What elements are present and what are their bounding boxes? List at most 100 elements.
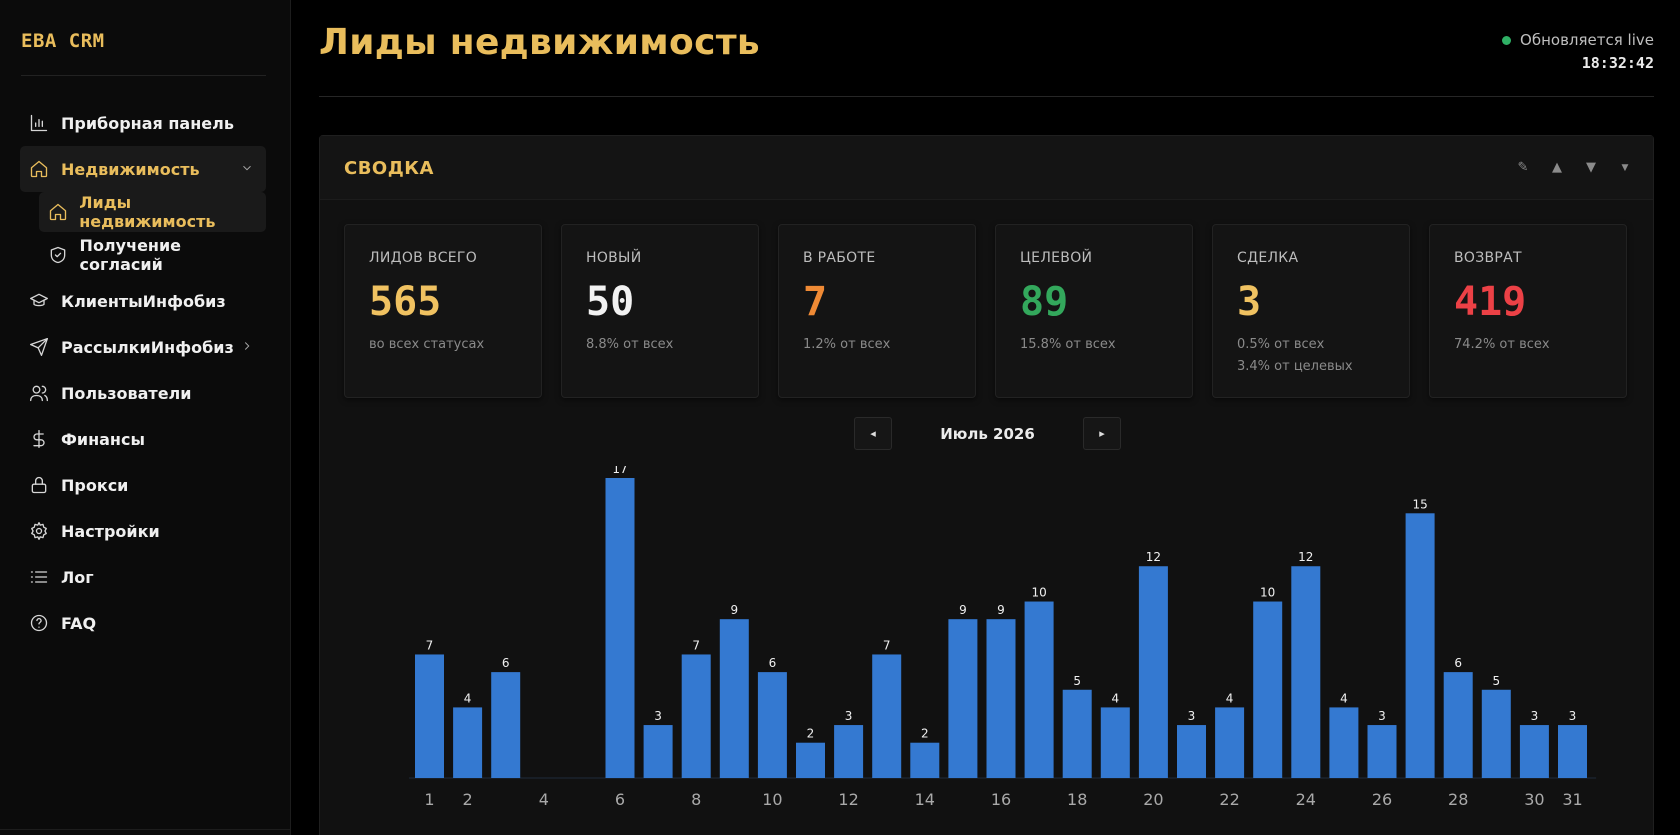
chart-bar[interactable]: [1558, 725, 1587, 778]
chart-data-label: 5: [1492, 674, 1500, 688]
stat-card-in-progress[interactable]: В РАБОТЕ 7 1.2% от всех: [778, 224, 976, 398]
stat-card-target[interactable]: ЦЕЛЕВОЙ 89 15.8% от всех: [995, 224, 1193, 398]
stat-subtext: 0.5% от всех: [1237, 337, 1325, 352]
chart-x-tick-label: 8: [691, 790, 701, 809]
summary-panel: СВОДКА ✎ ▲ ▼ ▼ ЛИДОВ ВСЕГО 565 во всех с…: [319, 135, 1654, 835]
chart-bar[interactable]: [948, 619, 978, 778]
sidebar-item-faq[interactable]: FAQ: [20, 600, 266, 646]
brand-logo[interactable]: EBA CRM: [21, 30, 105, 52]
list-icon: [28, 566, 50, 588]
chart-bar[interactable]: [834, 725, 864, 778]
chart-data-label: 7: [883, 638, 891, 652]
chart-bar[interactable]: [491, 672, 521, 778]
chart-bar[interactable]: [1138, 566, 1168, 778]
chart-bar[interactable]: [1405, 513, 1435, 778]
sidebar-item-mailings-infobiz[interactable]: РассылкиИнфобиз: [20, 324, 266, 370]
chart-bar[interactable]: [1291, 566, 1321, 778]
sidebar-item-proxy[interactable]: Прокси: [20, 462, 266, 508]
graduation-cap-icon: [28, 290, 50, 312]
sidebar-submenu: Лиды недвижимость Получение согласий: [39, 192, 266, 275]
chart-x-tick-label: 22: [1219, 790, 1239, 809]
chart-bar[interactable]: [1481, 689, 1511, 778]
chart-bar[interactable]: [1443, 672, 1473, 778]
stat-card-total[interactable]: ЛИДОВ ВСЕГО 565 во всех статусах: [344, 224, 542, 398]
gear-icon: [28, 520, 50, 542]
sidebar-item-real-estate[interactable]: Недвижимость: [20, 146, 266, 192]
chart-bar[interactable]: [605, 478, 635, 778]
chart-bar[interactable]: [415, 654, 444, 778]
chart-bar[interactable]: [453, 707, 483, 778]
stat-label: НОВЫЙ: [586, 250, 642, 266]
sidebar-item-users[interactable]: Пользователи: [20, 370, 266, 416]
stat-card-deal[interactable]: СДЕЛКА 3 0.5% от всех 3.4% от целевых: [1212, 224, 1410, 398]
panel-header: СВОДКА ✎ ▲ ▼ ▼: [320, 136, 1653, 200]
stat-subtext-secondary: 3.4% от целевых: [1237, 359, 1353, 374]
chart-bar[interactable]: [1100, 707, 1130, 778]
collapse-icon[interactable]: ▼: [1617, 160, 1633, 176]
sidebar: EBA CRM Приборная панель Недвижимость Ли…: [0, 0, 291, 835]
edit-icon[interactable]: ✎: [1515, 160, 1531, 176]
move-down-icon[interactable]: ▼: [1583, 160, 1599, 176]
stat-value: 7: [803, 279, 828, 325]
prev-month-button[interactable]: ◂: [854, 417, 892, 450]
chart-bar[interactable]: [1253, 601, 1283, 778]
chart-bar[interactable]: [1215, 707, 1245, 778]
sidebar-item-label: Пользователи: [61, 383, 192, 403]
chart-data-label: 3: [845, 709, 853, 723]
chart-data-label: 3: [654, 709, 662, 723]
move-up-icon[interactable]: ▲: [1549, 160, 1565, 176]
sidebar-item-dashboard[interactable]: Приборная панель: [20, 100, 266, 146]
month-navigator: ◂ Июль 2026 ▸: [854, 417, 1121, 450]
chart-bar[interactable]: [872, 654, 902, 778]
stat-card-return[interactable]: ВОЗВРАТ 419 74.2% от всех: [1429, 224, 1627, 398]
chart-data-label: 3: [1378, 709, 1386, 723]
chart-bar[interactable]: [796, 742, 825, 778]
stats-row: ЛИДОВ ВСЕГО 565 во всех статусах НОВЫЙ 5…: [344, 224, 1627, 398]
chart-data-label: 4: [464, 691, 472, 705]
sidebar-item-log[interactable]: Лог: [20, 554, 266, 600]
chart-bar[interactable]: [681, 654, 711, 778]
chart-x-tick-label: 20: [1143, 790, 1163, 809]
panel-tools: ✎ ▲ ▼ ▼: [1515, 160, 1633, 176]
chart-bar[interactable]: [1177, 725, 1206, 778]
chart-x-tick-label: 4: [539, 790, 549, 809]
chart-bar[interactable]: [1329, 707, 1359, 778]
sidebar-item-finance[interactable]: Финансы: [20, 416, 266, 462]
chart-data-label: 6: [1454, 656, 1462, 670]
sidebar-item-settings[interactable]: Настройки: [20, 508, 266, 554]
live-status: Обновляется live: [1502, 31, 1654, 49]
chart-x-tick-label: 6: [615, 790, 625, 809]
stat-subtext: 15.8% от всех: [1020, 337, 1116, 352]
chart-data-label: 10: [1260, 586, 1275, 600]
sidebar-item-clients-infobiz[interactable]: КлиентыИнфобиз: [20, 278, 266, 324]
chevron-right-icon[interactable]: [240, 338, 256, 354]
stat-value: 565: [369, 279, 442, 325]
chart-bar[interactable]: [719, 619, 749, 778]
chart-x-tick-label: 30: [1524, 790, 1544, 809]
chart-x-tick-label: 16: [991, 790, 1011, 809]
stat-card-new[interactable]: НОВЫЙ 50 8.8% от всех: [561, 224, 759, 398]
live-dot-icon: [1502, 35, 1512, 45]
chart-bar[interactable]: [1367, 725, 1397, 778]
stat-subtext: 8.8% от всех: [586, 337, 674, 352]
next-month-button[interactable]: ▸: [1083, 417, 1121, 450]
live-status-text: Обновляется live: [1520, 31, 1654, 49]
stat-label: ЛИДОВ ВСЕГО: [369, 250, 478, 266]
chevron-down-icon[interactable]: [240, 160, 256, 176]
chart-bar[interactable]: [1062, 689, 1092, 778]
chart-data-label: 7: [692, 638, 700, 652]
chart-bar[interactable]: [1024, 601, 1054, 778]
sidebar-subitem-consents[interactable]: Получение согласий: [39, 235, 266, 275]
stat-value: 419: [1454, 279, 1527, 325]
chart-bar[interactable]: [910, 742, 940, 778]
chart-x-tick-label: 18: [1067, 790, 1087, 809]
chart-bar[interactable]: [643, 725, 673, 778]
home-icon: [47, 201, 68, 223]
chart-data-label: 10: [1031, 586, 1046, 600]
chart-bar[interactable]: [986, 619, 1016, 778]
sidebar-subitem-leads[interactable]: Лиды недвижимость: [39, 192, 266, 232]
chart-bar[interactable]: [757, 672, 787, 778]
sidebar-item-label: КлиентыИнфобиз: [61, 291, 226, 311]
chart-bar[interactable]: [1519, 725, 1549, 778]
stat-value: 3: [1237, 279, 1262, 325]
